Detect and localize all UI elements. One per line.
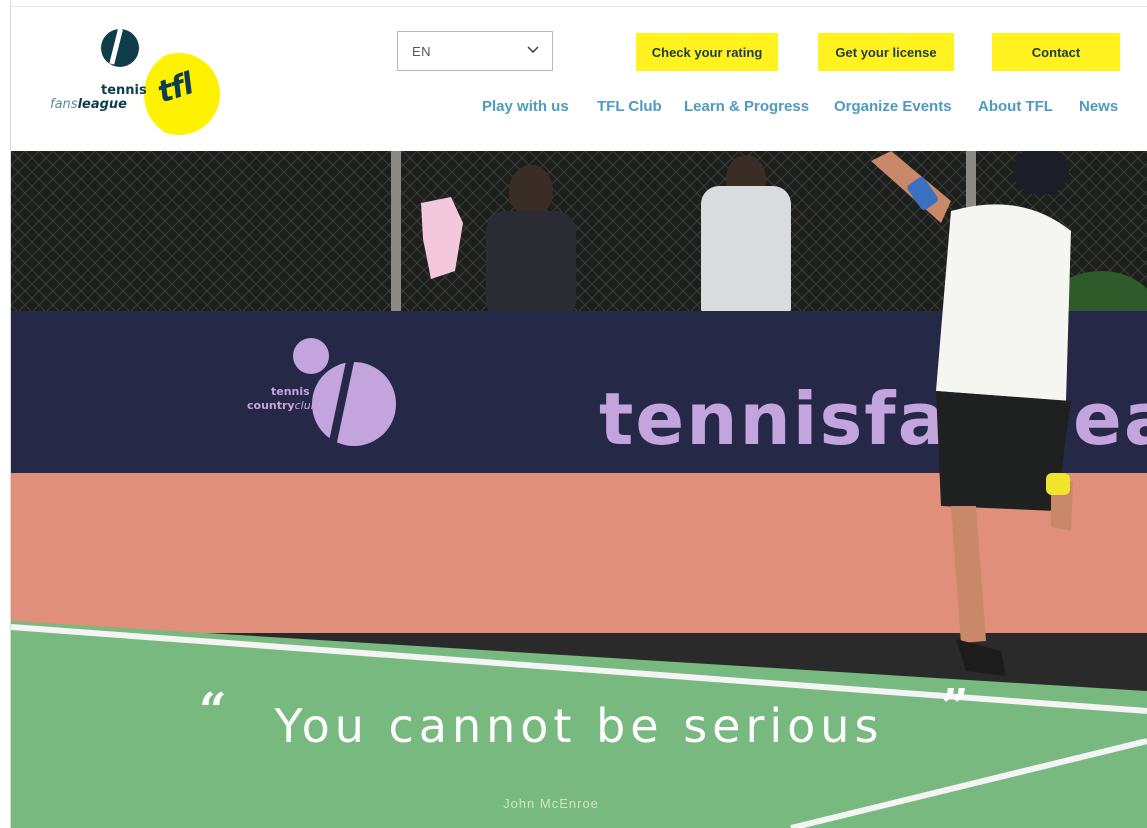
hero-banner: tennis countryclub tennisfansleague “ ” …	[11, 151, 1147, 828]
get-license-button[interactable]: Get your license	[818, 33, 954, 71]
sponsor-tennis-text: tennis	[271, 385, 310, 398]
tfl-logo[interactable]: tfl tennis fansleague	[45, 28, 235, 141]
hero-quote: You cannot be serious	[274, 699, 884, 753]
logo-word-fansleague: fansleague	[50, 97, 127, 112]
sponsor-countryclub-text: countryclub	[247, 399, 318, 412]
nav-news[interactable]: News	[1079, 98, 1118, 115]
nav-play-with-us[interactable]: Play with us	[482, 98, 569, 115]
nav-about-tfl[interactable]: About TFL	[978, 98, 1053, 115]
language-select-value: EN	[412, 44, 432, 59]
site-header: tfl tennis fansleague EN Check your rati…	[11, 7, 1147, 151]
nav-tfl-club[interactable]: TFL Club	[597, 98, 662, 115]
nav-organize-events[interactable]: Organize Events	[834, 98, 952, 115]
logo-word-tennis: tennis	[101, 83, 147, 98]
contact-button[interactable]: Contact	[992, 33, 1120, 71]
logo-word-league: league	[77, 97, 127, 112]
sponsor-country: country	[247, 399, 295, 412]
sponsor-club: club	[295, 399, 318, 412]
logo-word-fans: fans	[50, 97, 78, 112]
quote-author: John McEnroe	[503, 796, 599, 811]
chevron-down-icon	[527, 46, 539, 53]
language-select[interactable]: EN	[397, 31, 553, 71]
nav-learn-progress[interactable]: Learn & Progress	[684, 98, 809, 115]
check-rating-button[interactable]: Check your rating	[636, 33, 778, 71]
